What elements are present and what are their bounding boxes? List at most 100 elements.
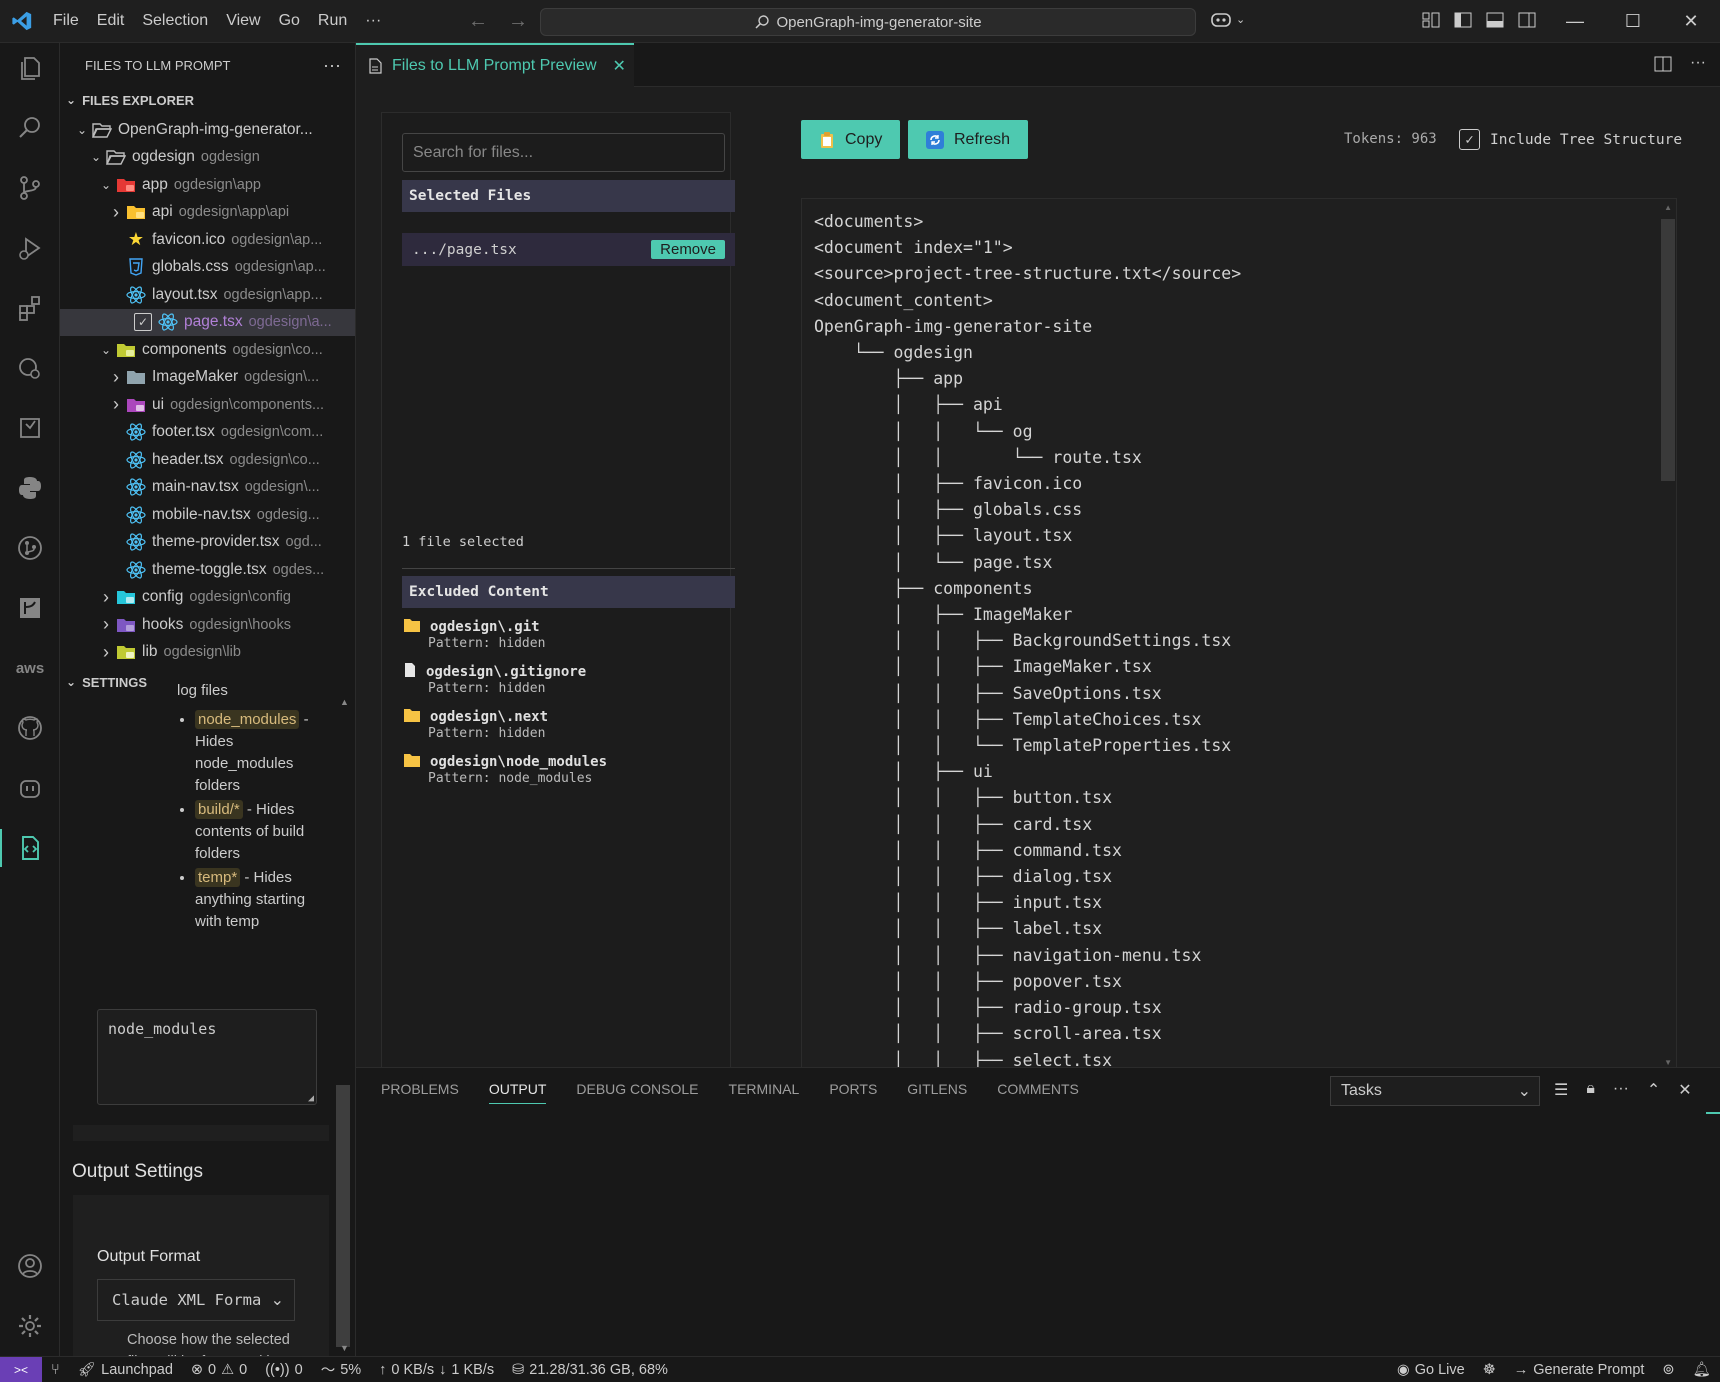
chevron-right-icon[interactable]: ›: [98, 614, 114, 635]
menu-item[interactable]: Run: [309, 12, 356, 30]
git-branch-item[interactable]: ⑂: [42, 1362, 69, 1378]
tab-close-icon[interactable]: ✕: [613, 56, 626, 76]
memory-item[interactable]: ⛁ 21.28/31.36 GB, 68%: [503, 1362, 677, 1378]
back-arrow-icon[interactable]: ←: [468, 10, 488, 33]
maximize-panel-icon[interactable]: ⌃: [1647, 1080, 1660, 1100]
tree-item[interactable]: ⌄ OpenGraph-img-generator...: [60, 116, 355, 144]
clear-output-icon[interactable]: ☰: [1554, 1080, 1568, 1100]
aws-icon[interactable]: aws: [0, 643, 60, 693]
tree-item[interactable]: › ImageMaker ogdesign\...: [60, 364, 355, 392]
chevron-down-icon[interactable]: ⌄: [74, 123, 90, 137]
tree-item[interactable]: main-nav.tsx ogdesign\...: [60, 474, 355, 502]
more-actions-icon[interactable]: ···: [1613, 1080, 1629, 1100]
remove-button[interactable]: Remove: [651, 240, 725, 259]
tree-item[interactable]: › hooks ogdesign\hooks: [60, 611, 355, 639]
output-format-select[interactable]: Claude XML Format ⌄: [97, 1279, 295, 1321]
panel-tab[interactable]: PORTS: [829, 1081, 877, 1104]
settings-scrollbar[interactable]: ▲ ▼: [336, 695, 350, 1356]
copilot-chat-icon[interactable]: [0, 763, 60, 813]
files-to-llm-prompt-icon[interactable]: [0, 823, 60, 873]
split-editor-icon[interactable]: [1654, 55, 1672, 73]
copy-button[interactable]: Copy: [801, 120, 901, 159]
chevron-right-icon[interactable]: ›: [98, 642, 114, 663]
github-icon[interactable]: [0, 703, 60, 753]
scrollbar-thumb[interactable]: [336, 1085, 350, 1347]
chevron-down-icon[interactable]: ⌄: [98, 343, 114, 357]
more-actions-icon[interactable]: ···: [323, 55, 341, 76]
search-icon[interactable]: [0, 103, 60, 153]
extensions-icon[interactable]: [0, 283, 60, 333]
scroll-up-icon[interactable]: ▲: [340, 697, 349, 707]
menu-item[interactable]: View: [217, 12, 269, 30]
gitlens-icon[interactable]: [0, 583, 60, 633]
tab-files-to-llm-prompt-preview[interactable]: Files to LLM Prompt Preview ✕: [356, 43, 634, 87]
toggle-secondary-sidebar-icon[interactable]: [1518, 11, 1536, 29]
copilot-status-item[interactable]: ⊚: [1653, 1361, 1683, 1378]
panel-tab[interactable]: GITLENS: [907, 1081, 967, 1104]
testing-icon[interactable]: [0, 403, 60, 453]
tree-item[interactable]: theme-toggle.tsx ogdes...: [60, 556, 355, 584]
toggle-panel-icon[interactable]: [1486, 11, 1504, 29]
tree-item[interactable]: globals.css ogdesign\ap...: [60, 254, 355, 282]
tree-item[interactable]: header.tsx ogdesign\co...: [60, 446, 355, 474]
include-tree-structure-toggle[interactable]: ✓ Include Tree Structure: [1459, 129, 1682, 150]
tree-item[interactable]: ★ favicon.ico ogdesign\ap...: [60, 226, 355, 254]
settings-gear-icon[interactable]: [0, 1301, 60, 1351]
chevron-right-icon[interactable]: ›: [108, 394, 124, 415]
preview-scrollbar-thumb[interactable]: [1661, 219, 1675, 481]
panel-tab[interactable]: COMMENTS: [997, 1081, 1079, 1104]
prompt-output-preview[interactable]: <documents> <document index="1"> <source…: [801, 198, 1677, 1068]
scroll-down-icon[interactable]: ▼: [340, 1343, 349, 1353]
files-explorer-section-header[interactable]: ⌄ FILES EXPLORER: [60, 87, 355, 113]
tree-item[interactable]: layout.tsx ogdesign\app...: [60, 281, 355, 309]
notifications-item[interactable]: 🔔︎: [1684, 1361, 1720, 1378]
chevron-right-icon[interactable]: ›: [108, 202, 124, 223]
chevron-right-icon[interactable]: ›: [108, 367, 124, 388]
copilot-menu[interactable]: ⌄: [1210, 10, 1245, 28]
lock-icon[interactable]: 🔒︎: [1586, 1080, 1595, 1100]
include-tree-checkbox[interactable]: ✓: [1459, 129, 1480, 150]
refresh-button[interactable]: Refresh: [908, 120, 1029, 159]
explorer-icon[interactable]: [0, 43, 60, 93]
cpu-item[interactable]: 〜 5%: [312, 1359, 370, 1380]
network-item[interactable]: ↑ 0 KB/s ↓ 1 KB/s: [370, 1362, 503, 1378]
close-panel-icon[interactable]: ✕: [1678, 1080, 1691, 1100]
output-channel-select[interactable]: Tasks ⌄: [1330, 1076, 1540, 1106]
customize-layout-icon[interactable]: [1422, 11, 1440, 29]
search-input[interactable]: Search for files...: [402, 133, 725, 172]
launchpad-item[interactable]: 🚀︎ Launchpad: [69, 1361, 182, 1379]
extension-item[interactable]: ☸: [1474, 1361, 1505, 1378]
menu-item[interactable]: Go: [270, 12, 309, 30]
tree-item[interactable]: ⌄ ogdesign ogdesign: [60, 144, 355, 172]
generate-prompt-item[interactable]: → Generate Prompt: [1505, 1361, 1654, 1378]
remote-explorer-icon[interactable]: [0, 343, 60, 393]
tree-item[interactable]: › api ogdesign\app\api: [60, 199, 355, 227]
problems-item[interactable]: ⊗ 0 ⚠ 0: [182, 1362, 256, 1378]
command-center-search[interactable]: OpenGraph-img-generator-site: [540, 8, 1196, 36]
maximize-icon[interactable]: ☐: [1604, 0, 1662, 43]
tree-item[interactable]: theme-provider.tsx ogd...: [60, 529, 355, 557]
tree-item[interactable]: ⌄ app ogdesign\app: [60, 171, 355, 199]
source-control-icon[interactable]: [0, 163, 60, 213]
forward-arrow-icon[interactable]: →: [508, 10, 528, 33]
chevron-down-icon[interactable]: ⌄: [88, 150, 104, 164]
toggle-sidebar-icon[interactable]: [1454, 11, 1472, 29]
minimize-icon[interactable]: —: [1546, 0, 1604, 43]
tree-item[interactable]: › lib ogdesign\lib: [60, 639, 355, 667]
menu-item[interactable]: Selection: [133, 12, 217, 30]
run-debug-icon[interactable]: [0, 223, 60, 273]
panel-tab[interactable]: TERMINAL: [729, 1081, 800, 1104]
panel-tab[interactable]: PROBLEMS: [381, 1081, 459, 1104]
more-actions-icon[interactable]: ···: [1690, 55, 1706, 73]
tree-item[interactable]: mobile-nav.tsx ogdesig...: [60, 501, 355, 529]
menu-item[interactable]: Edit: [88, 12, 134, 30]
scroll-up-icon[interactable]: ▲: [1664, 203, 1672, 212]
chevron-right-icon[interactable]: ›: [98, 587, 114, 608]
tree-item[interactable]: footer.tsx ogdesign\com...: [60, 419, 355, 447]
python-icon[interactable]: [0, 463, 60, 513]
tree-item[interactable]: ✓ page.tsx ogdesign\a...: [60, 308, 355, 336]
tree-item[interactable]: ⌄ components ogdesign\co...: [60, 336, 355, 364]
selected-checkbox-icon[interactable]: ✓: [134, 313, 152, 332]
scroll-down-icon[interactable]: ▼: [1664, 1058, 1672, 1067]
remote-indicator[interactable]: ><: [0, 1356, 42, 1382]
